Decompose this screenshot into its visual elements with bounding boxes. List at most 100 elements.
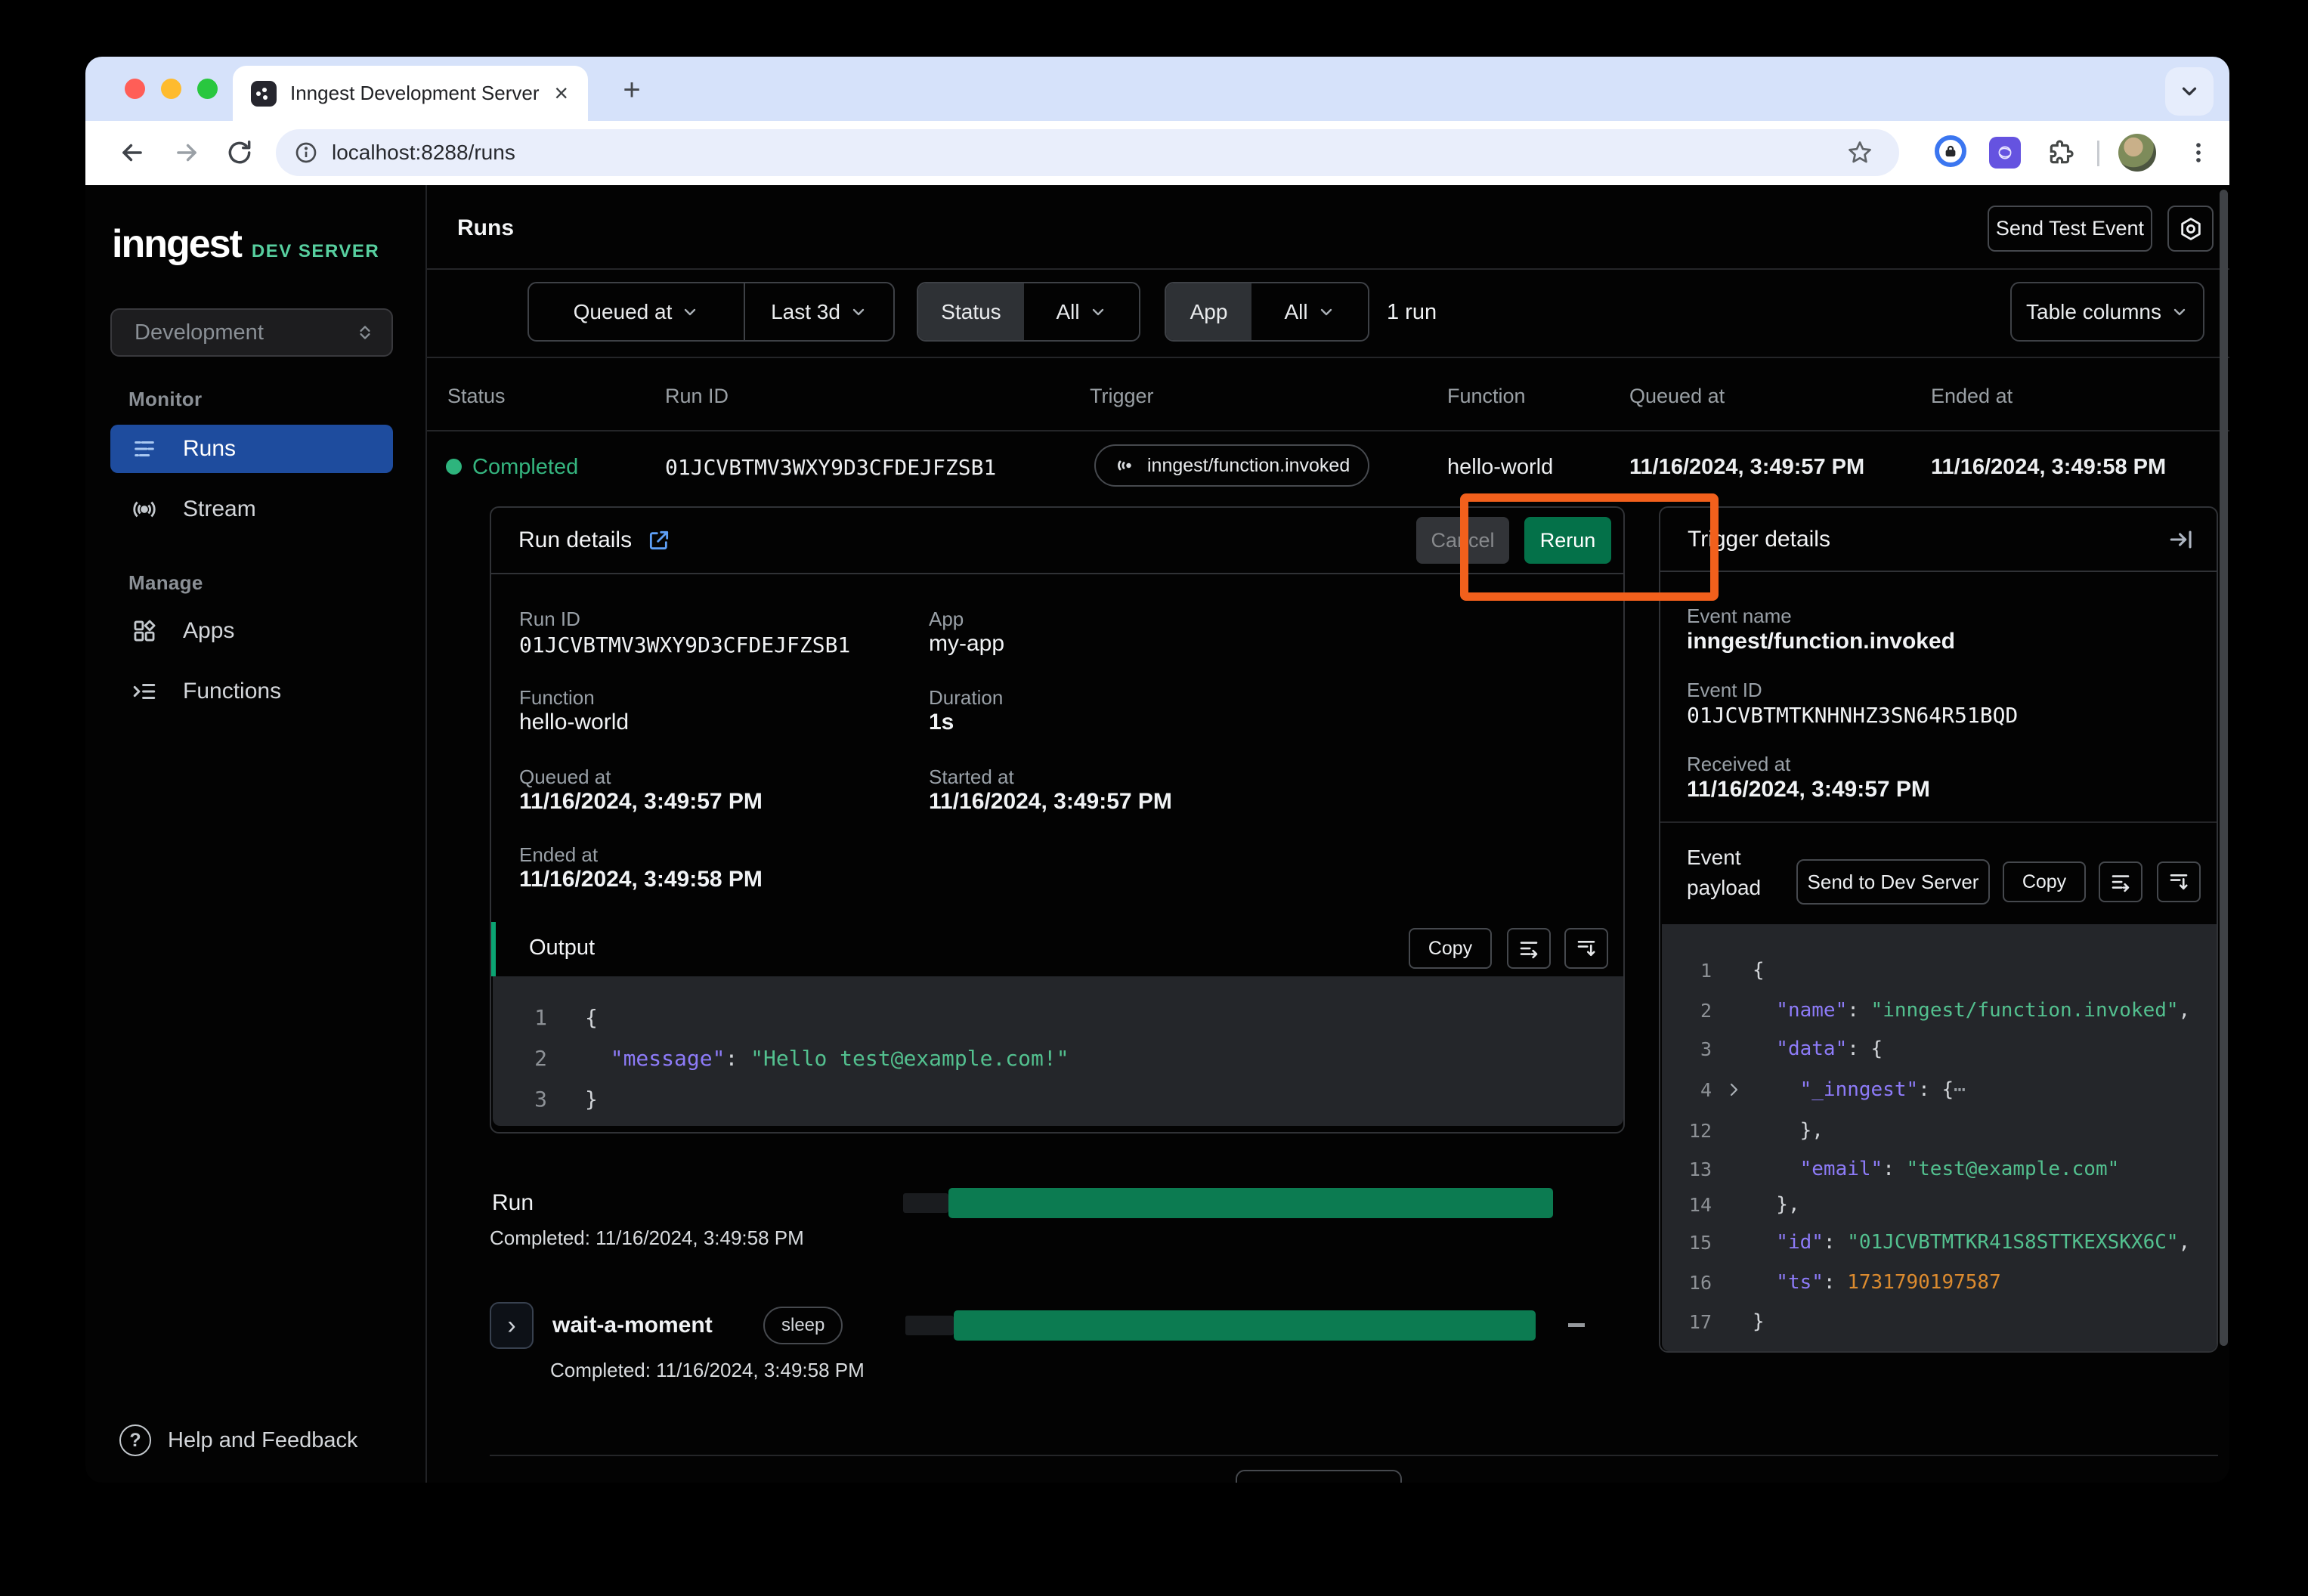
field-value-app-link[interactable]: my-app bbox=[929, 631, 1004, 657]
status-filter-group[interactable]: Status All bbox=[917, 282, 1140, 342]
app-filter-group[interactable]: App All bbox=[1165, 282, 1369, 342]
timeline-run-bar[interactable] bbox=[948, 1188, 1553, 1218]
payload-word-wrap-button[interactable] bbox=[2099, 861, 2142, 902]
environment-select-value: Development bbox=[135, 320, 264, 345]
close-window-button[interactable] bbox=[125, 79, 145, 99]
table-columns-button[interactable]: Table columns bbox=[2010, 282, 2204, 342]
field-value-duration: 1s bbox=[929, 710, 954, 735]
row-ended-at: 11/16/2024, 3:49:58 PM bbox=[1931, 455, 2166, 480]
field-label: Queued at bbox=[519, 766, 611, 789]
browser-menu-kebab-icon[interactable] bbox=[2182, 136, 2215, 169]
field-value-queued-at: 11/16/2024, 3:49:57 PM bbox=[519, 789, 763, 815]
row-function[interactable]: hello-world bbox=[1447, 455, 1553, 480]
output-copy-button[interactable]: Copy bbox=[1409, 928, 1492, 969]
divider bbox=[427, 268, 2229, 270]
load-more-button[interactable] bbox=[1236, 1470, 1402, 1483]
external-link-icon[interactable] bbox=[647, 528, 671, 552]
extensions-puzzle-icon[interactable] bbox=[2044, 136, 2078, 169]
timeline-step-bar[interactable] bbox=[954, 1310, 1536, 1341]
column-header-queued-at[interactable]: Queued at bbox=[1629, 385, 1725, 408]
time-filter-group[interactable]: Queued at Last 3d bbox=[527, 282, 895, 342]
address-bar[interactable]: localhost:8288/runs bbox=[276, 129, 1899, 176]
event-payload-label: Event payload bbox=[1687, 843, 1761, 903]
tab-close-icon[interactable]: × bbox=[554, 79, 568, 107]
timeline-queue-segment bbox=[903, 1193, 948, 1213]
field-value-function-link[interactable]: hello-world bbox=[519, 710, 629, 735]
column-header-run-id[interactable]: Run ID bbox=[665, 385, 729, 408]
minimize-window-button[interactable] bbox=[161, 79, 181, 99]
word-wrap-button[interactable] bbox=[1507, 928, 1551, 969]
collapse-panel-icon[interactable] bbox=[2168, 527, 2194, 552]
collapsed-ellipsis: ⋯ bbox=[1954, 1078, 1966, 1101]
help-and-feedback[interactable]: ? Help and Feedback bbox=[119, 1424, 358, 1456]
new-tab-button[interactable]: + bbox=[611, 69, 653, 111]
field-value-ended-at: 11/16/2024, 3:49:58 PM bbox=[519, 867, 763, 892]
trigger-badge[interactable]: inngest/function.invoked bbox=[1094, 444, 1369, 487]
chevron-expand-icon[interactable] bbox=[1721, 1081, 1746, 1099]
reload-button[interactable] bbox=[223, 136, 256, 169]
field-value-run-id: 01JCVBTMV3WXY9D3CFDEJFZSB1 bbox=[519, 633, 850, 657]
payload-copy-button[interactable]: Copy bbox=[2003, 861, 2086, 902]
cancel-button[interactable]: Cancel bbox=[1416, 517, 1509, 564]
row-queued-at: 11/16/2024, 3:49:57 PM bbox=[1629, 455, 1864, 480]
word-wrap-icon bbox=[1518, 937, 1540, 960]
app-filter-label: App bbox=[1166, 283, 1251, 340]
row-run-id[interactable]: 01JCVBTMV3WXY9D3CFDEJFZSB1 bbox=[665, 455, 996, 480]
rerun-button[interactable]: Rerun bbox=[1524, 517, 1611, 564]
code-line-collapsed[interactable]: 4 "_inngest": {⋯ bbox=[1678, 1078, 1966, 1101]
chevron-updown-icon bbox=[355, 323, 375, 342]
word-wrap-icon bbox=[2109, 871, 2132, 893]
send-test-event-button[interactable]: Send Test Event bbox=[1988, 206, 2152, 252]
scrollbar[interactable] bbox=[2220, 190, 2228, 1346]
purple-extension-icon[interactable] bbox=[1988, 136, 2022, 169]
code-line: 2 "name": "inngest/function.invoked", bbox=[1678, 999, 2190, 1022]
maximize-window-button[interactable] bbox=[197, 79, 218, 99]
sidebar-item-runs[interactable]: Runs bbox=[110, 425, 393, 473]
payload-expand-button[interactable] bbox=[2157, 861, 2201, 902]
forward-button[interactable] bbox=[170, 136, 203, 169]
column-header-status[interactable]: Status bbox=[447, 385, 506, 408]
sidebar-item-apps[interactable]: Apps bbox=[110, 607, 393, 655]
code-line: 15 "id": "01JCVBTMTKR41S8STTKEXSKX6C", bbox=[1678, 1231, 2190, 1254]
sidebar: inngest DEV SERVER Development Monitor R… bbox=[85, 185, 427, 1483]
sidebar-item-label: Stream bbox=[183, 496, 256, 522]
field-label: Duration bbox=[929, 686, 1003, 710]
browser-toolbar: localhost:8288/runs bbox=[85, 121, 2229, 185]
question-icon: ? bbox=[119, 1424, 151, 1456]
password-manager-extension-icon[interactable] bbox=[1934, 135, 1967, 168]
expand-output-button[interactable] bbox=[1564, 928, 1608, 969]
column-header-function[interactable]: Function bbox=[1447, 385, 1526, 408]
field-label: Ended at bbox=[519, 843, 598, 867]
profile-avatar[interactable] bbox=[2118, 134, 2156, 172]
step-expand-button[interactable]: › bbox=[490, 1302, 534, 1349]
column-header-trigger[interactable]: Trigger bbox=[1090, 385, 1154, 408]
step-kind-badge: sleep bbox=[763, 1307, 843, 1344]
code-line: 17} bbox=[1678, 1310, 1765, 1333]
environment-select[interactable]: Development bbox=[110, 308, 393, 357]
payload-code-block[interactable]: 1{ 2 "name": "inngest/function.invoked",… bbox=[1662, 924, 2217, 1351]
send-to-dev-server-button[interactable]: Send to Dev Server bbox=[1796, 859, 1990, 905]
app-filter-dropdown[interactable]: All bbox=[1251, 283, 1368, 340]
runs-list-icon bbox=[131, 436, 157, 462]
chevron-down-icon bbox=[849, 303, 868, 321]
status-filter-label: Status bbox=[918, 283, 1024, 340]
expand-lines-icon bbox=[2167, 871, 2190, 893]
status-filter-dropdown[interactable]: All bbox=[1024, 283, 1139, 340]
tab-search-button[interactable] bbox=[2165, 67, 2214, 116]
column-header-ended-at[interactable]: Ended at bbox=[1931, 385, 2013, 408]
run-details-title: Run details bbox=[518, 527, 632, 553]
toolbar-divider bbox=[2097, 141, 2099, 166]
settings-button[interactable] bbox=[2167, 206, 2214, 252]
timeline-step-completed: Completed: 11/16/2024, 3:49:58 PM bbox=[550, 1359, 865, 1382]
main-area: Runs Send Test Event Queued at Last 3d S bbox=[427, 185, 2229, 1483]
output-code-block[interactable]: 1{ 2 "message": "Hello test@example.com!… bbox=[493, 976, 1623, 1126]
time-field-dropdown[interactable]: Queued at bbox=[529, 283, 744, 340]
bookmark-star-icon[interactable] bbox=[1846, 139, 1873, 166]
sidebar-item-stream[interactable]: Stream bbox=[110, 485, 393, 534]
time-range-dropdown[interactable]: Last 3d bbox=[745, 283, 893, 340]
site-info-icon[interactable] bbox=[294, 141, 318, 165]
back-button[interactable] bbox=[116, 136, 149, 169]
sidebar-item-functions[interactable]: Functions bbox=[110, 667, 393, 716]
code-line: 12 }, bbox=[1678, 1119, 1824, 1142]
browser-tab[interactable]: Inngest Development Server × bbox=[233, 66, 588, 121]
